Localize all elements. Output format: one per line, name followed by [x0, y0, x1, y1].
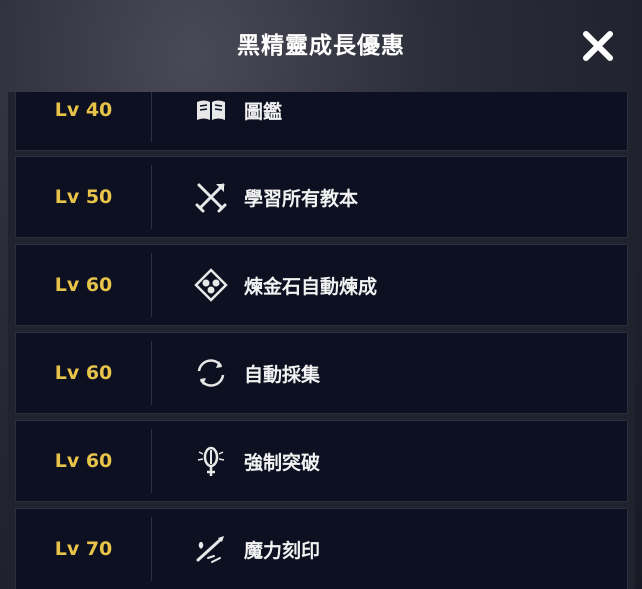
reward-list[interactable]: Lv 40 圖鑑 Lv 50 學習所有教本 Lv 60 煉金石自動煉成 Lv 6…: [8, 92, 635, 589]
close-button[interactable]: [578, 26, 618, 66]
close-icon[interactable]: [578, 26, 618, 66]
level-label: Lv 60: [54, 450, 113, 472]
level-label: Lv 60: [54, 362, 113, 384]
list-item: Lv 60 煉金石自動煉成: [15, 244, 628, 326]
feature-label: 魔力刻印: [244, 539, 321, 562]
feature-label: 學習所有教本: [244, 187, 359, 210]
feature-label: 煉金石自動煉成: [244, 275, 378, 298]
refresh-cycle-icon: [197, 359, 225, 387]
breakthrough-icon: [197, 446, 225, 476]
crossed-swords-icon: [195, 183, 227, 213]
engrave-tool-icon: [196, 536, 224, 563]
divider: [151, 517, 152, 581]
list-item: Lv 50 學習所有教本: [15, 156, 628, 238]
feature-label: 自動採集: [244, 363, 321, 386]
divider: [151, 92, 152, 142]
page-title: 黑精靈成長優惠: [237, 33, 405, 59]
list-item: Lv 60 自動採集: [15, 332, 628, 414]
divider: [151, 165, 152, 229]
header: 黑精靈成長優惠: [0, 0, 642, 92]
feature-label: 強制突破: [244, 451, 321, 474]
list-item: Lv 70 魔力刻印: [15, 508, 628, 589]
divider: [151, 429, 152, 493]
divider: [151, 253, 152, 317]
level-label: Lv 60: [54, 274, 113, 296]
level-label: Lv 70: [54, 538, 113, 560]
book-icon: [197, 100, 225, 120]
list-item: Lv 40 圖鑑: [15, 92, 628, 151]
alchemy-diamond-icon: [194, 268, 228, 302]
feature-label: 圖鑑: [244, 100, 283, 123]
level-label: Lv 40: [54, 99, 113, 121]
list-item: Lv 60 強制突破: [15, 420, 628, 502]
divider: [151, 341, 152, 405]
level-label: Lv 50: [54, 186, 113, 208]
